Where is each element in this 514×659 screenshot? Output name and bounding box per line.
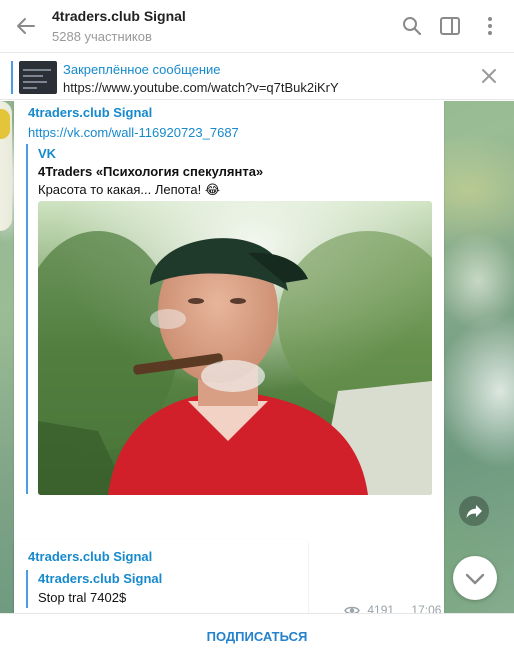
scroll-down-button[interactable]: [453, 556, 497, 600]
eye-icon: [344, 607, 360, 613]
message-meta: 4191 17:06: [344, 603, 441, 613]
pinned-title: Закреплённое сообщение: [63, 62, 221, 77]
pinned-text: https://www.youtube.com/watch?v=q7tBuk2i…: [63, 80, 339, 95]
share-icon: [466, 505, 482, 518]
pinned-message-bar[interactable]: Закреплённое сообщение https://www.youtu…: [0, 54, 514, 100]
forward-accent-line: [26, 570, 28, 608]
message-bubble[interactable]: 4traders.club Signal 4traders.club Signa…: [14, 539, 308, 613]
link-preview[interactable]: VK 4Traders «Психология спекулянта» Крас…: [26, 144, 432, 495]
pinned-thumbnail: [19, 61, 57, 94]
preview-title: 4Traders «Психология спекулянта»: [38, 164, 264, 179]
pinned-accent-line: [11, 61, 13, 94]
message-time: 17:06: [411, 603, 442, 613]
telegram-channel-window: 4traders.club Signal 5288 участников Зак…: [0, 0, 514, 659]
message-link[interactable]: https://vk.com/wall-116920723_7687: [28, 125, 239, 140]
preview-description: Красота то какая... Лепота! 😂: [38, 182, 221, 197]
footer-bar: ПОДПИСАТЬСЯ: [0, 613, 514, 659]
message-bubble[interactable]: 4traders.club Signal https://vk.com/wall…: [14, 101, 444, 613]
view-count: 4191: [367, 603, 395, 613]
message-text: Stop tral 7402$: [38, 590, 127, 605]
channel-title[interactable]: 4traders.club Signal: [52, 8, 186, 24]
chat-header: 4traders.club Signal 5288 участников: [0, 0, 514, 53]
wallpaper-daisy-center: [0, 109, 10, 139]
members-count: 5288 участников: [52, 29, 152, 44]
share-button[interactable]: [459, 496, 489, 526]
forwarded-from[interactable]: 4traders.club Signal: [38, 571, 162, 586]
search-icon[interactable]: [400, 14, 424, 38]
preview-site-name: VK: [38, 146, 57, 161]
chevron-down-icon: [465, 573, 485, 585]
subscribe-button[interactable]: ПОДПИСАТЬСЯ: [0, 614, 514, 659]
preview-image[interactable]: [38, 201, 432, 495]
chat-area[interactable]: 4traders.club Signal https://vk.com/wall…: [0, 101, 514, 613]
message-sender[interactable]: 4traders.club Signal: [28, 105, 152, 120]
preview-accent-line: [26, 144, 28, 494]
back-arrow-icon[interactable]: [12, 12, 40, 40]
more-vertical-icon[interactable]: [478, 14, 502, 38]
message-sender[interactable]: 4traders.club Signal: [28, 549, 152, 564]
close-icon[interactable]: [478, 65, 500, 87]
sidebar-toggle-icon[interactable]: [438, 14, 462, 38]
